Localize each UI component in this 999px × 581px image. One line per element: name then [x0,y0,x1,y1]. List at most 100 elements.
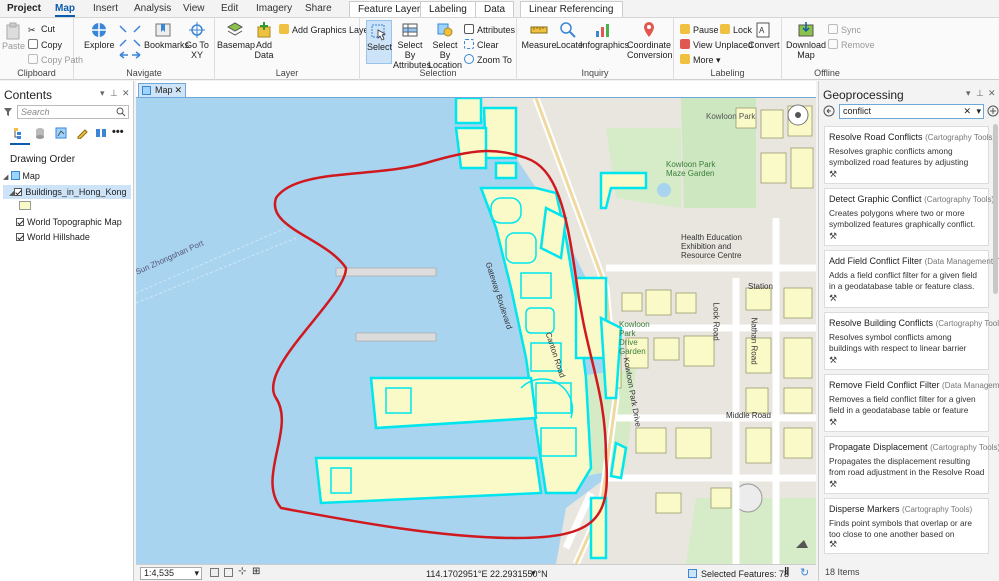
list-by-selection-icon[interactable] [55,127,67,139]
infographics-icon [596,24,609,37]
grid-icon[interactable] [210,568,219,577]
contents-options-icon[interactable]: ▾ [100,88,105,99]
select-cursor-icon [371,24,386,41]
refresh-icon[interactable]: ↻ [800,566,809,579]
contents-close-icon[interactable]: ✕ [122,88,130,99]
tab-imagery[interactable]: Imagery [256,3,292,14]
layer-buildings[interactable]: ◢ Buildings_in_Hong_Kong [3,185,131,199]
tool-card-disperse-markers[interactable]: Disperse Markers (Cartography Tools) Fin… [824,498,989,554]
geo-close-icon[interactable]: ✕ [988,88,996,99]
snapping-icon[interactable] [224,568,233,577]
locate-button[interactable]: Locate [556,21,583,50]
coordinate-format-dropdown-icon[interactable]: ▾ [531,568,536,579]
hammer-icon: ⚒ [829,293,838,303]
geo-scrollbar[interactable] [993,124,998,294]
filter-icon[interactable] [3,107,13,117]
list-by-editing-icon[interactable] [76,127,88,139]
copy-path-icon [28,54,38,64]
more-labeling-button[interactable]: More ▾ [680,54,721,65]
tool-card-resolve-road-conflicts[interactable]: Resolve Road Conflicts (Cartography Tool… [824,126,995,184]
tool-card-resolve-building-conflicts[interactable]: Resolve Building Conflicts (Cartography … [824,312,999,370]
tab-edit[interactable]: Edit [221,3,238,14]
add-graphics-layer-button[interactable]: Add Graphics Layer [279,24,372,35]
sync-button[interactable]: Sync [828,24,861,35]
convert-button[interactable]: A Convert [748,21,780,50]
add-tool-icon[interactable] [987,105,999,117]
basemap-button[interactable]: Basemap [217,21,255,50]
ribbon: Paste ✂ Cut Copy Copy Path Clipboard Expl… [0,18,999,80]
remove-button[interactable]: Remove [828,39,875,50]
constraint-icon[interactable]: ⊹ [238,566,246,577]
tab-project[interactable]: Project [7,3,41,14]
tab-map[interactable]: Map [55,3,75,17]
add-data-button[interactable]: Add Data [251,21,277,60]
map-tab-close-icon[interactable]: ✕ [174,84,182,97]
back-icon[interactable] [823,105,835,117]
select-button[interactable]: Select [366,20,392,64]
coordinates-lock-icon[interactable]: ⊞ [252,566,260,577]
goto-xy-button[interactable]: Go To XY [184,21,210,60]
tab-data[interactable]: Data [475,1,515,17]
coordinate-conversion-button[interactable]: Coordinate Conversion [627,21,673,60]
tool-card-propagate-displacement[interactable]: Propagate Displacement (Cartography Tool… [824,436,999,494]
contents-search-input[interactable]: Search [17,105,129,119]
tab-analysis[interactable]: Analysis [134,3,171,14]
contents-pane: Contents ▾ ⊥ ✕ Search ••• Drawing Order … [0,81,134,581]
paste-button[interactable]: Paste [2,22,25,51]
pause-drawing-icon[interactable]: ‖ [784,566,789,578]
map-view-tab[interactable]: Map ✕ [138,83,186,98]
clear-search-icon[interactable]: ✕ [963,105,971,118]
layer-topo-checkbox[interactable] [16,218,24,226]
layer-hillshade-checkbox[interactable] [16,233,24,241]
select-by-attributes-button[interactable]: Select By Attributes [393,21,431,70]
tab-share[interactable]: Share [305,3,332,14]
scale-dropdown-icon[interactable]: ▾ [194,568,199,579]
geo-pin-icon[interactable]: ⊥ [976,88,984,99]
scale-selector[interactable]: 1:4,535 ▾ [140,567,202,580]
cut-button[interactable]: ✂ Cut [28,24,55,35]
tab-linear-referencing[interactable]: Linear Referencing [520,1,623,17]
list-by-drawing-order-icon[interactable] [13,127,25,139]
tool-card-remove-field-conflict-filter[interactable]: Remove Field Conflict Filter (Data Manag… [824,374,999,432]
tab-view[interactable]: View [183,3,205,14]
list-by-snapping-icon[interactable] [95,127,107,139]
table-select-icon [402,23,418,37]
zoom-to-button[interactable]: Zoom To [464,54,512,65]
previous-next-extent-icon[interactable] [118,50,142,60]
geo-search-input[interactable]: conflict ✕ ▾ [839,104,984,119]
attributes-button[interactable]: Attributes [464,24,515,35]
tab-labeling[interactable]: Labeling [420,1,476,17]
search-icon[interactable] [116,107,126,117]
search-dropdown-icon[interactable]: ▾ [976,105,981,118]
download-map-button[interactable]: Download Map [786,21,826,60]
tab-insert[interactable]: Insert [93,3,118,14]
infographics-button[interactable]: Infographics [580,21,629,50]
drawing-order-heading: Drawing Order [10,154,76,165]
pause-labels-button[interactable]: Pause [680,24,719,35]
hammer-icon: ⚒ [829,539,838,549]
convert-icon: A [756,22,770,38]
zoom-extent-icons[interactable] [118,24,142,48]
selected-features-count[interactable]: Selected Features: 78 [701,569,789,579]
layer-buildings-checkbox[interactable] [14,188,23,196]
select-by-location-button[interactable]: Select By Location [428,21,462,70]
geo-options-icon[interactable]: ▾ [966,88,971,99]
measure-button[interactable]: Measure [521,21,557,50]
layer-world-topographic[interactable]: World Topographic Map [16,217,122,227]
list-by-source-icon[interactable] [34,127,46,139]
tool-card-add-field-conflict-filter[interactable]: Add Field Conflict Filter (Data Manageme… [824,250,999,308]
map-canvas[interactable]: Kowloon Park Kowloon Park Maze Garden He… [136,98,816,564]
building-symbol-swatch[interactable] [19,201,31,210]
more-options-icon[interactable]: ••• [112,126,124,138]
layer-world-hillshade[interactable]: World Hillshade [16,232,90,242]
explore-button[interactable]: Explore [84,21,115,50]
tab-feature-layer[interactable]: Feature Layer [349,1,430,17]
contents-pin-icon[interactable]: ⊥ [110,88,118,99]
copy-button[interactable]: Copy [28,39,62,50]
active-view-indicator [10,143,30,145]
clear-button[interactable]: Clear [464,39,499,50]
tool-card-detect-graphic-conflict[interactable]: Detect Graphic Conflict (Cartography Too… [824,188,994,246]
bookmarks-button[interactable]: Bookmarks [144,21,189,50]
view-unplaced-button[interactable]: View Unplaced [680,39,753,50]
map-node[interactable]: ◢ Map [3,171,40,181]
